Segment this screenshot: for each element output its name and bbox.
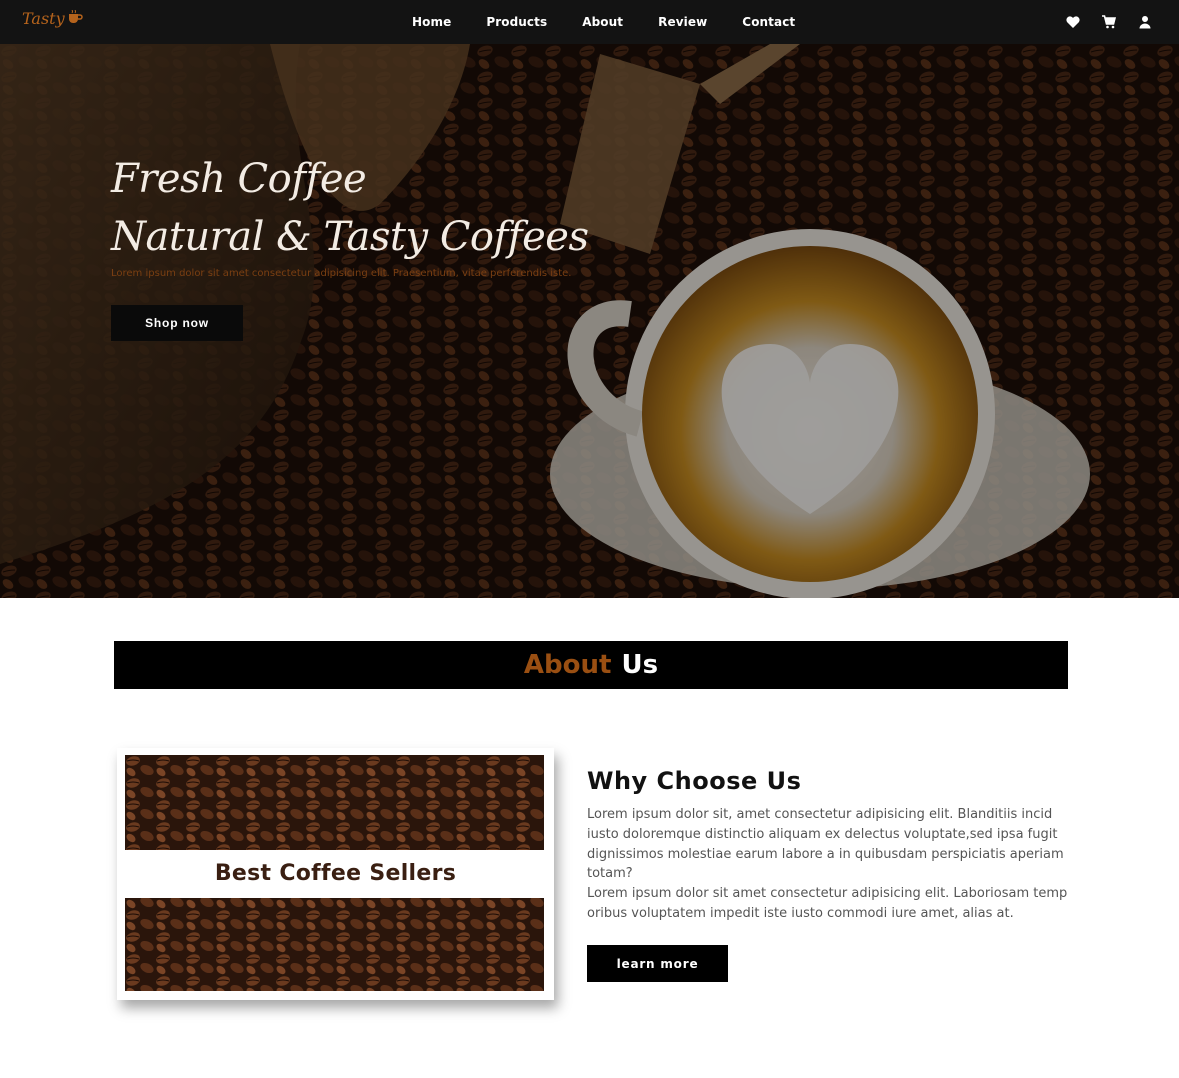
nav-home[interactable]: Home: [394, 15, 451, 29]
why-choose-us-heading: Why Choose Us: [587, 767, 802, 795]
brand-logo[interactable]: Tasty: [22, 9, 83, 28]
heart-icon[interactable]: [1065, 14, 1081, 30]
user-icon[interactable]: [1137, 14, 1153, 30]
coffee-cup-icon: [67, 9, 83, 28]
learn-more-button[interactable]: learn more: [587, 945, 728, 982]
main-nav: Home Products About Review Contact: [394, 0, 812, 44]
hero-title-line2: Natural & Tasty Coffees: [111, 214, 589, 260]
card-title: Best Coffee Sellers: [214, 861, 457, 886]
cart-icon[interactable]: [1101, 14, 1117, 30]
top-navbar: Tasty Home Products About Review Contact: [0, 0, 1179, 44]
about-heading-accent: About: [523, 650, 612, 680]
hero-title-line1: Fresh Coffee: [111, 156, 367, 202]
nav-contact[interactable]: Contact: [724, 15, 795, 29]
why-paragraph-2: Lorem ipsum dolor sit amet consectetur a…: [587, 886, 1068, 921]
logo-text: Tasty: [22, 9, 65, 28]
nav-icon-group: [1065, 14, 1153, 30]
hero-heading: Fresh Coffee Natural & Tasty Coffees: [111, 150, 589, 266]
nav-about[interactable]: About: [564, 15, 623, 29]
nav-review[interactable]: Review: [640, 15, 707, 29]
nav-products[interactable]: Products: [468, 15, 547, 29]
best-sellers-card: Best Coffee Sellers: [117, 748, 554, 1000]
shop-now-button[interactable]: Shop now: [111, 305, 243, 341]
hero-subtitle: Lorem ipsum dolor sit amet consectetur a…: [111, 268, 572, 279]
hero-banner: Fresh Coffee Natural & Tasty Coffees Lor…: [0, 44, 1179, 598]
why-paragraph-1: Lorem ipsum dolor sit, amet consectetur …: [587, 807, 1064, 882]
about-heading-rest: Us: [621, 650, 659, 680]
about-section-heading: About Us: [114, 641, 1068, 689]
